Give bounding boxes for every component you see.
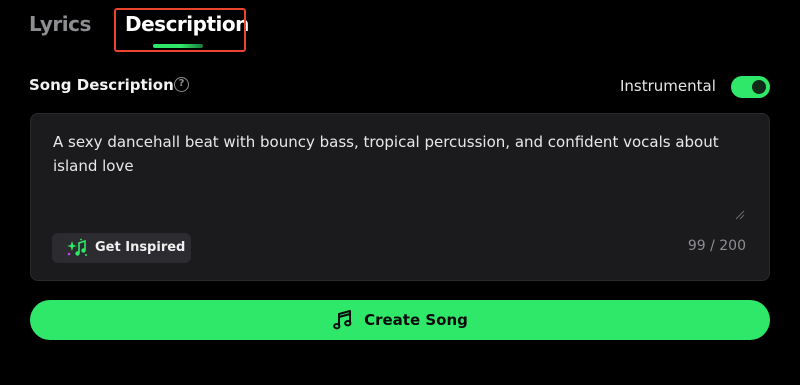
active-tab-indicator <box>153 44 203 48</box>
instrumental-toggle[interactable] <box>731 76 770 98</box>
character-count: 99 / 200 <box>687 238 746 254</box>
toggle-knob <box>752 80 766 94</box>
resize-handle-icon[interactable] <box>735 210 745 220</box>
get-inspired-button[interactable]: Get Inspired <box>52 233 191 263</box>
create-song-button-content: Create Song <box>30 300 770 340</box>
instrumental-label: Instrumental <box>620 77 716 95</box>
sparkle-note-icon <box>67 238 87 256</box>
tab-lyrics[interactable]: Lyrics <box>29 12 91 36</box>
description-text[interactable]: A sexy dancehall beat with bouncy bass, … <box>53 130 753 178</box>
question-circle-icon[interactable]: ? <box>174 77 189 92</box>
song-description-label: Song Description <box>29 76 174 94</box>
create-song-label: Create Song <box>364 311 468 329</box>
music-notes-icon <box>333 310 352 330</box>
create-song-button[interactable]: Create Song <box>30 300 770 340</box>
song-generator-panel: Lyrics Description Song Description ? In… <box>0 0 800 385</box>
description-textarea[interactable]: A sexy dancehall beat with bouncy bass, … <box>30 113 770 281</box>
get-inspired-label: Get Inspired <box>95 240 186 255</box>
